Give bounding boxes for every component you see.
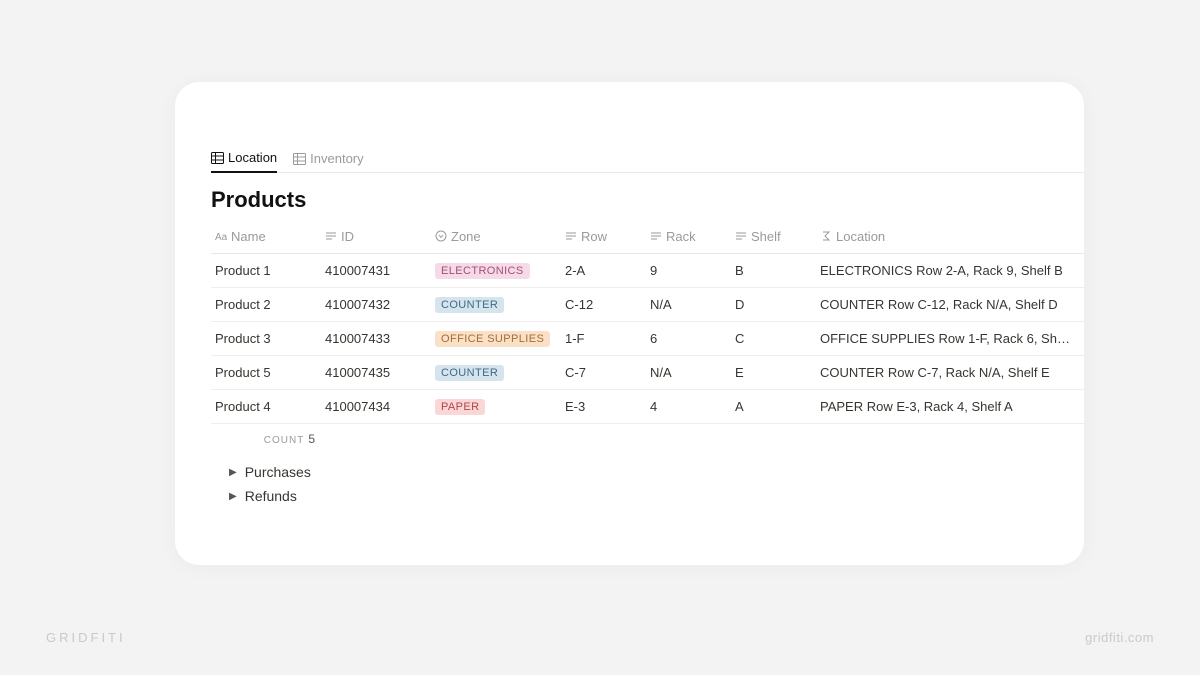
col-rack[interactable]: Rack xyxy=(646,221,731,254)
col-location[interactable]: Location xyxy=(816,221,1084,254)
table-row[interactable]: Product 4410007434PAPER E-34APAPER Row E-… xyxy=(211,390,1084,424)
cell-rack[interactable]: N/A xyxy=(646,356,731,390)
col-zone[interactable]: Zone xyxy=(431,221,561,254)
select-prop-icon xyxy=(435,230,447,245)
tab-location[interactable]: Location xyxy=(211,150,277,173)
title-prop-icon: Aa xyxy=(215,230,227,245)
cell-rack[interactable]: N/A xyxy=(646,288,731,322)
table-header-row: Aa Name ID Zone Row Rack Shelf Location xyxy=(211,221,1084,254)
cell-name[interactable]: Product 3 xyxy=(211,322,321,356)
cell-shelf[interactable]: D xyxy=(731,288,816,322)
count-label: COUNT xyxy=(264,435,305,446)
cell-id[interactable]: 410007431 xyxy=(321,254,431,288)
text-prop-icon xyxy=(650,230,662,245)
cell-name[interactable]: Product 2 xyxy=(211,288,321,322)
cell-zone[interactable]: COUNTER xyxy=(431,288,561,322)
products-table: Aa Name ID Zone Row Rack Shelf Location P… xyxy=(211,221,1084,454)
footer-url: gridfiti.com xyxy=(1085,630,1154,645)
triangle-right-icon: ▶ xyxy=(229,491,237,502)
cell-zone[interactable]: COUNTER xyxy=(431,356,561,390)
toggle-purchases[interactable]: ▶ Purchases xyxy=(229,460,1084,484)
table-row[interactable]: Product 5410007435COUNTER C-7N/AECOUNTER … xyxy=(211,356,1084,390)
cell-rack[interactable]: 4 xyxy=(646,390,731,424)
cell-location[interactable]: COUNTER Row C-7, Rack N/A, Shelf E xyxy=(816,356,1084,390)
text-prop-icon xyxy=(565,230,577,245)
cell-shelf[interactable]: C xyxy=(731,322,816,356)
triangle-right-icon: ▶ xyxy=(229,467,237,478)
count-value: 5 xyxy=(304,432,315,446)
svg-text:Aa: Aa xyxy=(215,232,227,242)
col-shelf-label: Shelf xyxy=(751,229,781,244)
zone-tag: COUNTER xyxy=(435,365,504,381)
cell-row[interactable]: 2-A xyxy=(561,254,646,288)
col-zone-label: Zone xyxy=(451,229,481,244)
cell-location[interactable]: PAPER Row E-3, Rack 4, Shelf A xyxy=(816,390,1084,424)
cell-rack[interactable]: 6 xyxy=(646,322,731,356)
cell-id[interactable]: 410007434 xyxy=(321,390,431,424)
zone-tag: OFFICE SUPPLIES xyxy=(435,331,550,347)
text-prop-icon xyxy=(735,230,747,245)
cell-shelf[interactable]: B xyxy=(731,254,816,288)
table-row[interactable]: Product 3410007433OFFICE SUPPLIES 1-F6COF… xyxy=(211,322,1084,356)
footer-brand: GRIDFITI xyxy=(46,630,126,645)
toggle-purchases-label: Purchases xyxy=(245,464,311,480)
cell-location[interactable]: ELECTRONICS Row 2-A, Rack 9, Shelf B xyxy=(816,254,1084,288)
col-location-label: Location xyxy=(836,229,885,244)
tab-inventory[interactable]: Inventory xyxy=(293,150,363,173)
view-tabs: Location Inventory xyxy=(211,150,1084,173)
col-name[interactable]: Aa Name xyxy=(211,221,321,254)
cell-zone[interactable]: PAPER xyxy=(431,390,561,424)
cell-id[interactable]: 410007435 xyxy=(321,356,431,390)
col-name-label: Name xyxy=(231,229,266,244)
text-prop-icon xyxy=(325,230,337,245)
table-icon xyxy=(293,153,306,165)
cell-name[interactable]: Product 1 xyxy=(211,254,321,288)
zone-tag: COUNTER xyxy=(435,297,504,313)
app-card: Location Inventory Products Aa Name ID Zo… xyxy=(175,82,1084,565)
table-icon xyxy=(211,152,224,164)
formula-prop-icon xyxy=(820,230,832,245)
cell-zone[interactable]: OFFICE SUPPLIES xyxy=(431,322,561,356)
toggle-refunds-label: Refunds xyxy=(245,488,297,504)
page-title: Products xyxy=(211,187,1084,213)
table-row[interactable]: Product 1410007431ELECTRONICS 2-A9BELECTR… xyxy=(211,254,1084,288)
cell-zone[interactable]: ELECTRONICS xyxy=(431,254,561,288)
toggle-refunds[interactable]: ▶ Refunds xyxy=(229,484,1084,508)
zone-tag: ELECTRONICS xyxy=(435,263,530,279)
col-row-label: Row xyxy=(581,229,607,244)
cell-shelf[interactable]: A xyxy=(731,390,816,424)
cell-shelf[interactable]: E xyxy=(731,356,816,390)
table-row[interactable]: Product 2410007432COUNTER C-12N/ADCOUNTER… xyxy=(211,288,1084,322)
cell-rack[interactable]: 9 xyxy=(646,254,731,288)
cell-id[interactable]: 410007433 xyxy=(321,322,431,356)
cell-name[interactable]: Product 4 xyxy=(211,390,321,424)
cell-location[interactable]: OFFICE SUPPLIES Row 1-F, Rack 6, Shelf C xyxy=(816,322,1084,356)
cell-row[interactable]: E-3 xyxy=(561,390,646,424)
col-rack-label: Rack xyxy=(666,229,696,244)
cell-row[interactable]: C-12 xyxy=(561,288,646,322)
cell-row[interactable]: 1-F xyxy=(561,322,646,356)
cell-name[interactable]: Product 5 xyxy=(211,356,321,390)
count-row: COUNT5 xyxy=(211,424,1084,455)
col-id[interactable]: ID xyxy=(321,221,431,254)
col-shelf[interactable]: Shelf xyxy=(731,221,816,254)
cell-row[interactable]: C-7 xyxy=(561,356,646,390)
col-row[interactable]: Row xyxy=(561,221,646,254)
tab-location-label: Location xyxy=(228,150,277,165)
col-id-label: ID xyxy=(341,229,354,244)
cell-location[interactable]: COUNTER Row C-12, Rack N/A, Shelf D xyxy=(816,288,1084,322)
zone-tag: PAPER xyxy=(435,399,485,415)
tab-inventory-label: Inventory xyxy=(310,151,363,166)
cell-id[interactable]: 410007432 xyxy=(321,288,431,322)
